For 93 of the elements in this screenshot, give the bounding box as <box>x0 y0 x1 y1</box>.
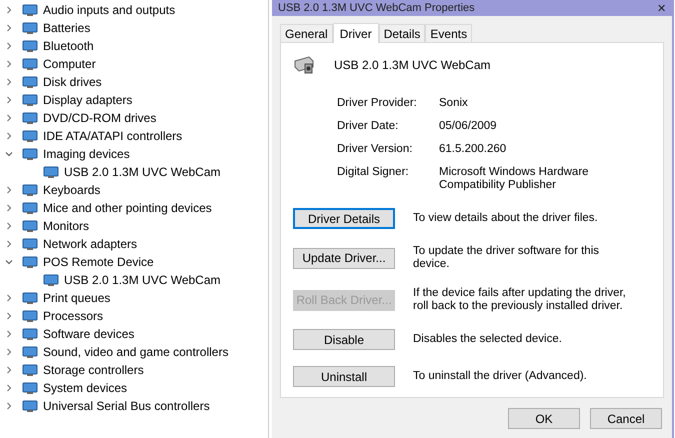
tab[interactable]: Driver <box>332 23 379 43</box>
tree-item[interactable]: Processors <box>43 309 104 323</box>
close-button[interactable]: ✕ <box>657 2 666 14</box>
property-label: Driver Provider: <box>337 97 418 110</box>
tree-item[interactable]: Print queues <box>43 291 110 305</box>
device-icon <box>43 272 59 288</box>
tree-item[interactable]: Imaging devices <box>43 147 130 161</box>
tree-item[interactable]: Monitors <box>43 219 90 233</box>
action-button[interactable]: Disable <box>293 329 395 350</box>
expand-chevron-icon[interactable] <box>5 222 13 230</box>
device-icon <box>22 2 38 18</box>
device-icon <box>22 398 38 414</box>
expand-chevron-icon[interactable] <box>5 96 13 104</box>
tab[interactable]: Events <box>425 24 472 42</box>
tree-item[interactable]: Software devices <box>43 327 134 341</box>
device-icon <box>22 362 38 378</box>
action-description: To view details about the driver files. <box>413 212 599 225</box>
tree-item[interactable]: Computer <box>43 57 96 71</box>
tree-item[interactable]: Universal Serial Bus controllers <box>43 399 210 413</box>
device-icon <box>22 326 38 342</box>
device-icon <box>22 182 38 198</box>
expand-chevron-icon[interactable] <box>5 240 13 248</box>
property-label: Digital Signer: <box>337 166 410 180</box>
dialog-button[interactable]: Cancel <box>590 408 662 429</box>
tree-item[interactable]: Batteries <box>43 21 90 35</box>
tree-item[interactable]: Mice and other pointing devices <box>43 201 212 215</box>
tree-item[interactable]: Sound, video and game controllers <box>43 345 228 359</box>
property-value: Microsoft Windows Hardware Compatibility Publisher <box>439 166 590 192</box>
expand-chevron-icon[interactable] <box>5 132 13 140</box>
device-icon <box>22 344 38 360</box>
tree-item[interactable]: Display adapters <box>43 93 132 107</box>
property-label: Driver Date: <box>337 120 400 133</box>
device-icon <box>22 38 38 54</box>
expand-chevron-icon[interactable] <box>5 24 13 32</box>
tree-item[interactable]: USB 2.0 1.3M UVC WebCam <box>64 273 220 287</box>
device-icon <box>22 308 38 324</box>
tab[interactable]: General <box>280 24 333 42</box>
tree-item[interactable]: Network adapters <box>43 237 138 251</box>
window-title: USB 2.0 1.3M UVC WebCam Properties <box>278 2 475 14</box>
tree-item[interactable]: DVD/CD-ROM drives <box>43 111 156 125</box>
expand-chevron-icon[interactable] <box>5 402 13 410</box>
expand-chevron-icon[interactable] <box>5 204 13 212</box>
device-name: USB 2.0 1.3M UVC WebCam <box>334 58 490 72</box>
property-value: 61.5.200.260 <box>439 143 508 156</box>
tree-item[interactable]: Disk drives <box>43 75 102 89</box>
device-icon <box>22 110 38 126</box>
property-value: Sonix <box>439 97 469 110</box>
expand-chevron-icon[interactable] <box>5 150 13 158</box>
tab[interactable]: Details <box>378 24 426 42</box>
action-button[interactable]: Update Driver... <box>293 248 395 268</box>
device-icon <box>43 164 59 180</box>
tree-item[interactable]: POS Remote Device <box>43 255 154 269</box>
action-button[interactable]: Uninstall <box>293 366 395 387</box>
device-icon <box>22 254 38 270</box>
expand-chevron-icon[interactable] <box>5 384 13 392</box>
expand-chevron-icon[interactable] <box>5 294 13 302</box>
expand-chevron-icon[interactable] <box>5 6 13 14</box>
tree-item[interactable]: Bluetooth <box>43 39 94 53</box>
dialog-button[interactable]: OK <box>508 408 580 429</box>
property-value: 05/06/2009 <box>439 120 498 133</box>
device-icon <box>22 218 38 234</box>
device-icon <box>22 236 38 252</box>
expand-chevron-icon[interactable] <box>5 114 13 122</box>
tree-item[interactable]: Audio inputs and outputs <box>43 3 176 17</box>
tree-item[interactable]: Storage controllers <box>43 363 144 377</box>
tree-item[interactable]: Keyboards <box>43 183 100 197</box>
tree-item[interactable]: IDE ATA/ATAPI controllers <box>43 129 182 143</box>
action-description: To uninstall the driver (Advanced). <box>413 370 588 383</box>
expand-chevron-icon[interactable] <box>5 348 13 356</box>
device-icon <box>22 56 38 72</box>
tree-item[interactable]: USB 2.0 1.3M UVC WebCam <box>64 165 220 179</box>
expand-chevron-icon[interactable] <box>5 330 13 338</box>
device-icon <box>22 200 38 216</box>
tree-item[interactable]: System devices <box>43 381 128 395</box>
expand-chevron-icon[interactable] <box>5 42 13 50</box>
device-icon <box>22 20 38 36</box>
expand-chevron-icon[interactable] <box>5 366 13 374</box>
device-icon <box>22 128 38 144</box>
property-label: Driver Version: <box>337 143 414 156</box>
device-icon <box>22 380 38 396</box>
action-description: To update the driver software for this device. <box>413 245 600 271</box>
action-description: Disables the selected device. <box>413 333 563 346</box>
device-icon <box>22 290 38 306</box>
action-description: If the device fails after updating the driver, roll back to the previously installed driver. <box>413 287 627 313</box>
expand-chevron-icon[interactable] <box>5 60 13 68</box>
device-icon <box>22 92 38 108</box>
device-icon <box>22 74 38 90</box>
expand-chevron-icon[interactable] <box>5 78 13 86</box>
expand-chevron-icon[interactable] <box>5 186 13 194</box>
device-icon <box>22 146 38 162</box>
expand-chevron-icon[interactable] <box>5 258 13 266</box>
expand-chevron-icon[interactable] <box>5 312 13 320</box>
action-button[interactable]: Driver Details <box>293 208 395 229</box>
